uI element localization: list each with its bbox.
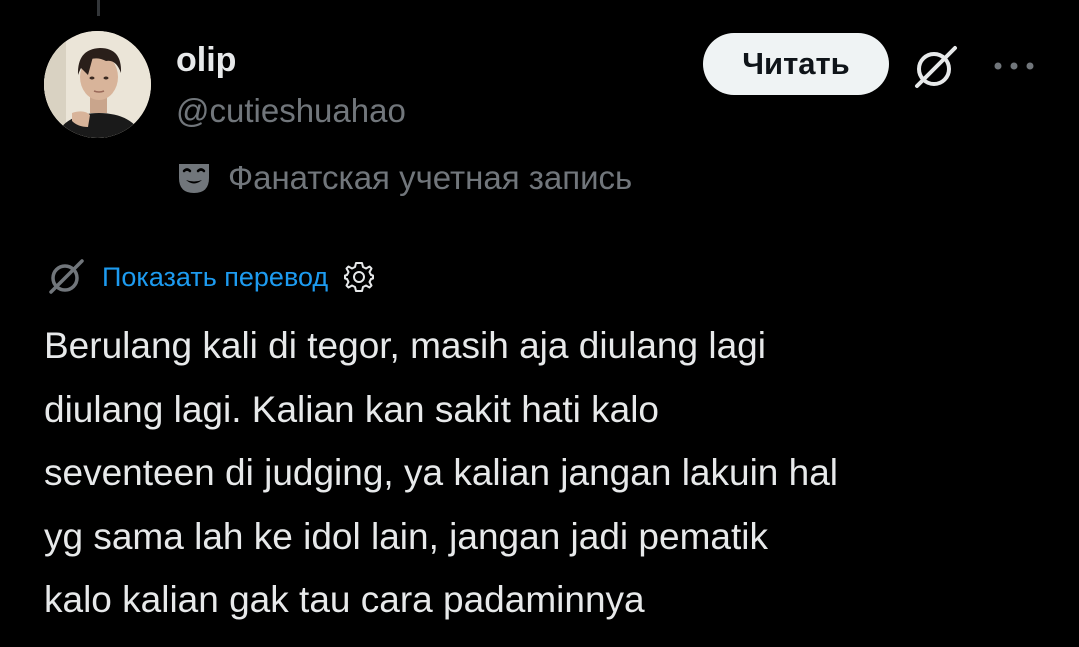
tweet-text: Berulang kali di tegor, masih aja diulan… [44, 325, 839, 620]
fan-account-badge: Фанатская учетная запись [176, 156, 632, 200]
theater-mask-icon [179, 164, 209, 193]
thread-line [97, 0, 100, 16]
tweet-card: olip @cutieshuahao Читать Фанатская учет… [0, 0, 1079, 647]
more-dots-icon[interactable] [984, 46, 1044, 86]
grok-icon [49, 259, 84, 294]
display-name[interactable]: olip [176, 38, 236, 82]
fan-account-label: Фанатская учетная запись [228, 159, 633, 196]
grok-icon[interactable] [909, 42, 961, 94]
show-translation-link[interactable]: Показать перевод [102, 262, 328, 293]
profile-photo-icon [44, 31, 151, 138]
avatar[interactable] [44, 31, 151, 138]
gear-icon[interactable] [342, 260, 376, 294]
user-handle[interactable]: @cutieshuahao [176, 90, 406, 132]
translate-row: Показать перевод [44, 254, 376, 300]
follow-button[interactable]: Читать [703, 33, 889, 95]
